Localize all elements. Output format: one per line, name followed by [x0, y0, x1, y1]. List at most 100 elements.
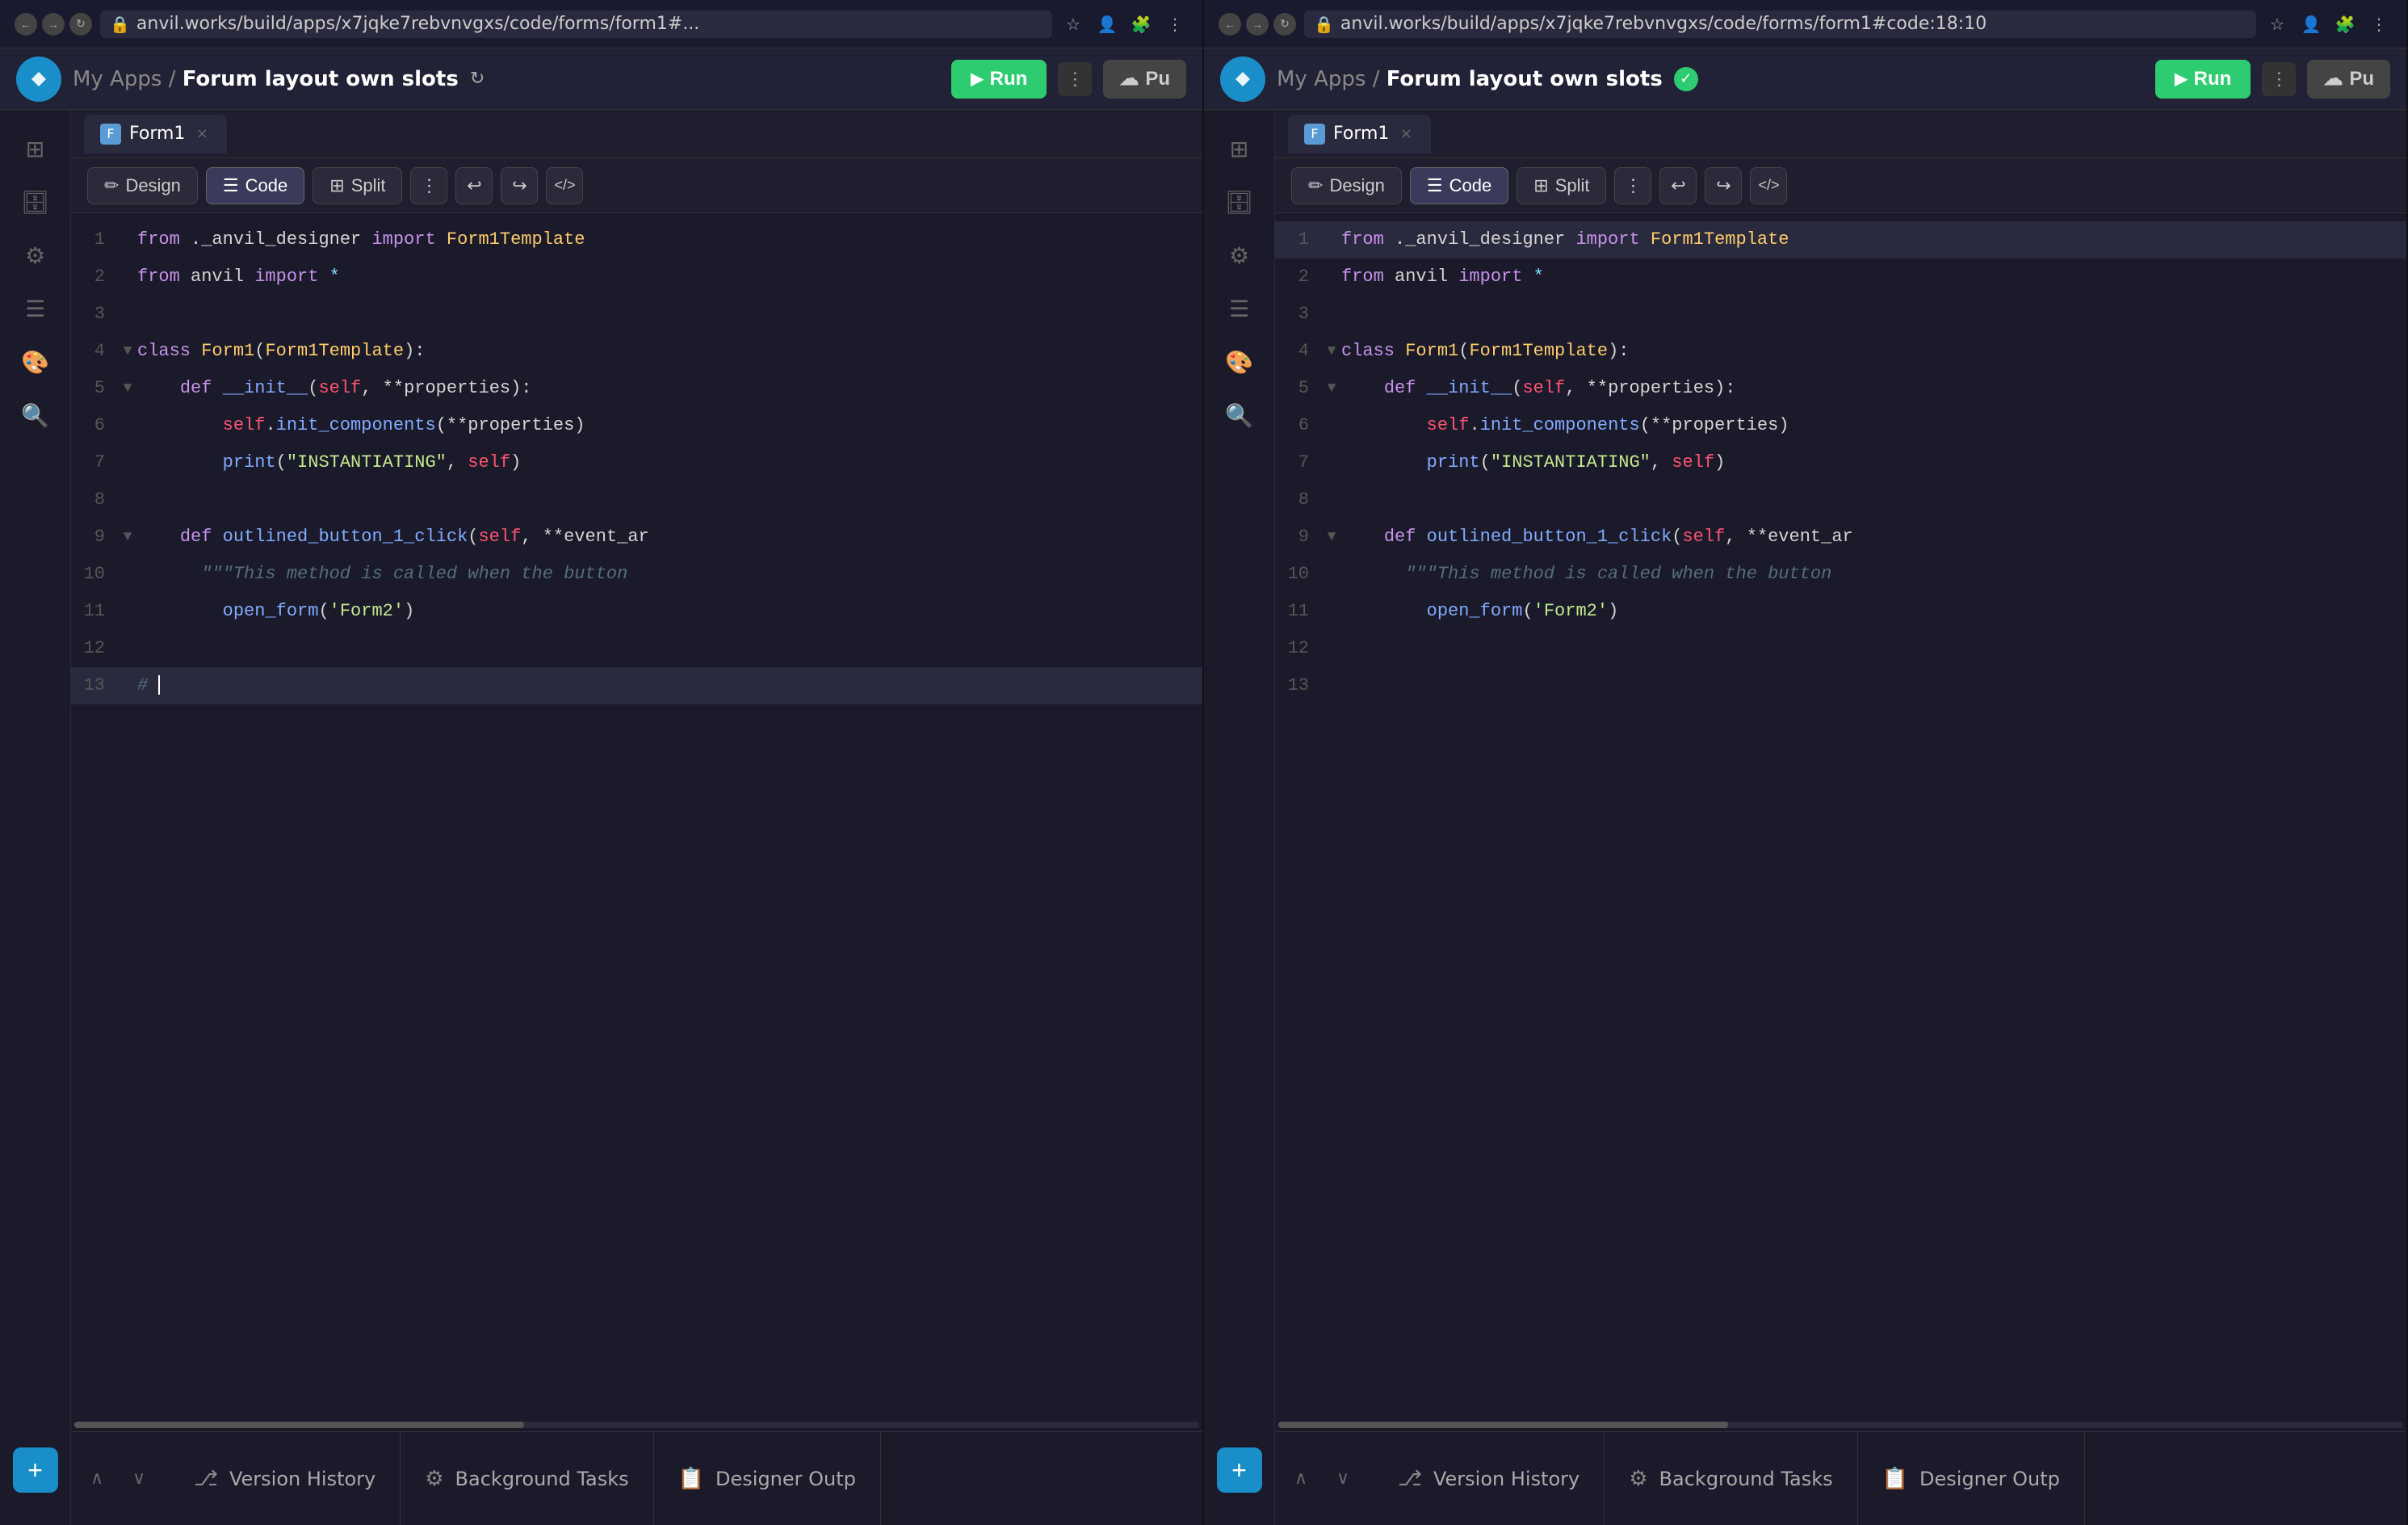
- design-icon: ✏: [1308, 175, 1323, 196]
- scrollbar-thumb[interactable]: [1278, 1422, 1728, 1428]
- extensions-icon[interactable]: 🧩: [2332, 11, 2358, 37]
- code-editor[interactable]: 1from ._anvil_designer import Form1Templ…: [71, 213, 1202, 1431]
- database-icon[interactable]: 🗄: [13, 179, 58, 225]
- list-icon[interactable]: ☰: [13, 286, 58, 331]
- toolbar-more-button[interactable]: ⋮: [410, 167, 447, 204]
- code-content: 1from ._anvil_designer import Form1Templ…: [1275, 213, 2406, 1418]
- code-line: 12: [71, 630, 1202, 667]
- embed-button[interactable]: </>: [1750, 167, 1787, 204]
- list-icon[interactable]: ☰: [1217, 286, 1262, 331]
- chrome-menu-icon[interactable]: ⋮: [1162, 11, 1188, 37]
- run-button[interactable]: ▶ Run: [951, 60, 1047, 99]
- fold-arrow[interactable]: ▼: [1322, 519, 1341, 556]
- extensions-icon[interactable]: 🧩: [1128, 11, 1154, 37]
- code-text: def outlined_button_1_click(self, **even…: [1341, 519, 2400, 556]
- grid-icon[interactable]: ⊞: [1217, 126, 1262, 171]
- chrome-menu-icon[interactable]: ⋮: [2366, 11, 2392, 37]
- undo-button[interactable]: ↩: [1659, 167, 1697, 204]
- tab-form1[interactable]: F Form1 ×: [84, 115, 227, 153]
- publish-button[interactable]: ☁ Pu: [2307, 60, 2390, 99]
- bottom-up-btn[interactable]: ∧: [1283, 1461, 1319, 1497]
- tab-close-btn[interactable]: ×: [1397, 125, 1415, 143]
- design-button[interactable]: ✏ Design: [1291, 167, 1402, 204]
- fold-arrow[interactable]: ▼: [118, 519, 137, 556]
- line-number: 4: [78, 333, 118, 370]
- code-line: 4▼class Form1(Form1Template):: [1275, 333, 2406, 370]
- run-button[interactable]: ▶ Run: [2155, 60, 2251, 99]
- add-button[interactable]: +: [1217, 1447, 1262, 1493]
- code-editor[interactable]: 1from ._anvil_designer import Form1Templ…: [1275, 213, 2406, 1431]
- sidebar: ⊞ 🗄 ⚙ ☰ 🎨 🔍 +: [1204, 110, 1275, 1525]
- search-icon[interactable]: 🔍: [13, 393, 58, 438]
- code-line: 3: [1275, 296, 2406, 333]
- publish-button[interactable]: ☁ Pu: [1103, 60, 1186, 99]
- code-text: print("INSTANTIATING", self): [1341, 444, 2400, 481]
- header-more-button[interactable]: ⋮: [1058, 62, 1092, 96]
- toolbar-more-button[interactable]: ⋮: [1614, 167, 1651, 204]
- embed-button[interactable]: </>: [546, 167, 583, 204]
- chrome-forward-btn[interactable]: →: [1246, 13, 1269, 36]
- palette-icon[interactable]: 🎨: [13, 339, 58, 384]
- chrome-forward-btn[interactable]: →: [42, 13, 65, 36]
- search-icon[interactable]: 🔍: [1217, 393, 1262, 438]
- database-icon[interactable]: 🗄: [1217, 179, 1262, 225]
- design-button[interactable]: ✏ Design: [87, 167, 198, 204]
- palette-icon[interactable]: 🎨: [1217, 339, 1262, 384]
- settings-icon[interactable]: ⚙: [13, 233, 58, 278]
- line-number: 5: [1282, 370, 1322, 407]
- profile-icon[interactable]: 👤: [1094, 11, 1120, 37]
- split-button[interactable]: ⊞ Split: [1517, 167, 1606, 204]
- tab-label: Form1: [1333, 124, 1389, 144]
- redo-button[interactable]: ↪: [1705, 167, 1742, 204]
- undo-button[interactable]: ↩: [455, 167, 493, 204]
- bottom-down-btn[interactable]: ∨: [1325, 1461, 1361, 1497]
- bookmark-icon[interactable]: ☆: [1060, 11, 1086, 37]
- bottom-tab-version-history[interactable]: ⎇ Version History: [170, 1432, 401, 1525]
- tab-close-btn[interactable]: ×: [193, 125, 211, 143]
- add-button[interactable]: +: [13, 1447, 58, 1493]
- bottom-nav: ∧ ∨: [79, 1461, 157, 1497]
- code-button[interactable]: ☰ Code: [1410, 167, 1508, 204]
- chrome-refresh-btn[interactable]: ↻: [1273, 13, 1296, 36]
- split-button[interactable]: ⊞ Split: [313, 167, 402, 204]
- fold-arrow[interactable]: ▼: [1322, 333, 1341, 370]
- code-line: 8: [1275, 481, 2406, 519]
- bottom-tab-background-tasks[interactable]: ⚙ Background Tasks: [1605, 1432, 1857, 1525]
- address-bar[interactable]: 🔒 anvil.works/build/apps/x7jqke7rebvnvgx…: [1304, 11, 2256, 38]
- fold-arrow[interactable]: ▼: [118, 370, 137, 407]
- bottom-tab-version-history[interactable]: ⎇ Version History: [1374, 1432, 1605, 1525]
- grid-icon[interactable]: ⊞: [13, 126, 58, 171]
- tab-form-icon: F: [100, 124, 121, 145]
- bottom-bar: ∧ ∨ ⎇ Version History ⚙ Background Tasks…: [71, 1431, 1202, 1525]
- profile-icon[interactable]: 👤: [2298, 11, 2324, 37]
- tab-form1[interactable]: F Form1 ×: [1288, 115, 1431, 153]
- header-more-button[interactable]: ⋮: [2262, 62, 2296, 96]
- chrome-back-btn[interactable]: ←: [1219, 13, 1241, 36]
- bottom-down-btn[interactable]: ∨: [121, 1461, 157, 1497]
- settings-icon[interactable]: ⚙: [1217, 233, 1262, 278]
- redo-button[interactable]: ↪: [501, 167, 538, 204]
- code-text: from anvil import *: [1341, 258, 2400, 296]
- scrollbar-thumb[interactable]: [74, 1422, 524, 1428]
- bottom-tab-label: Background Tasks: [1659, 1468, 1833, 1490]
- line-number: 3: [78, 296, 118, 333]
- code-button[interactable]: ☰ Code: [206, 167, 304, 204]
- bookmark-icon[interactable]: ☆: [2264, 11, 2290, 37]
- horizontal-scrollbar[interactable]: [1275, 1418, 2406, 1431]
- app-header: My Apps / Forum layout own slots ↻ ▶ Run…: [0, 48, 1202, 110]
- fold-arrow[interactable]: ▼: [1322, 370, 1341, 407]
- code-label: Code: [1449, 175, 1492, 196]
- horizontal-scrollbar[interactable]: [71, 1418, 1202, 1431]
- bottom-tab-icon: ⎇: [194, 1467, 218, 1491]
- address-bar[interactable]: 🔒 anvil.works/build/apps/x7jqke7rebvnvgx…: [100, 11, 1052, 38]
- bottom-up-btn[interactable]: ∧: [79, 1461, 115, 1497]
- bottom-tab-designer-output[interactable]: 📋 Designer Outp: [1858, 1432, 2085, 1525]
- line-number: 13: [78, 667, 118, 704]
- chrome-back-btn[interactable]: ←: [15, 13, 37, 36]
- lock-icon: 🔒: [110, 15, 130, 34]
- bottom-tab-designer-output[interactable]: 📋 Designer Outp: [654, 1432, 881, 1525]
- bottom-tab-background-tasks[interactable]: ⚙ Background Tasks: [401, 1432, 653, 1525]
- chrome-refresh-btn[interactable]: ↻: [69, 13, 92, 36]
- design-icon: ✏: [104, 175, 119, 196]
- fold-arrow[interactable]: ▼: [118, 333, 137, 370]
